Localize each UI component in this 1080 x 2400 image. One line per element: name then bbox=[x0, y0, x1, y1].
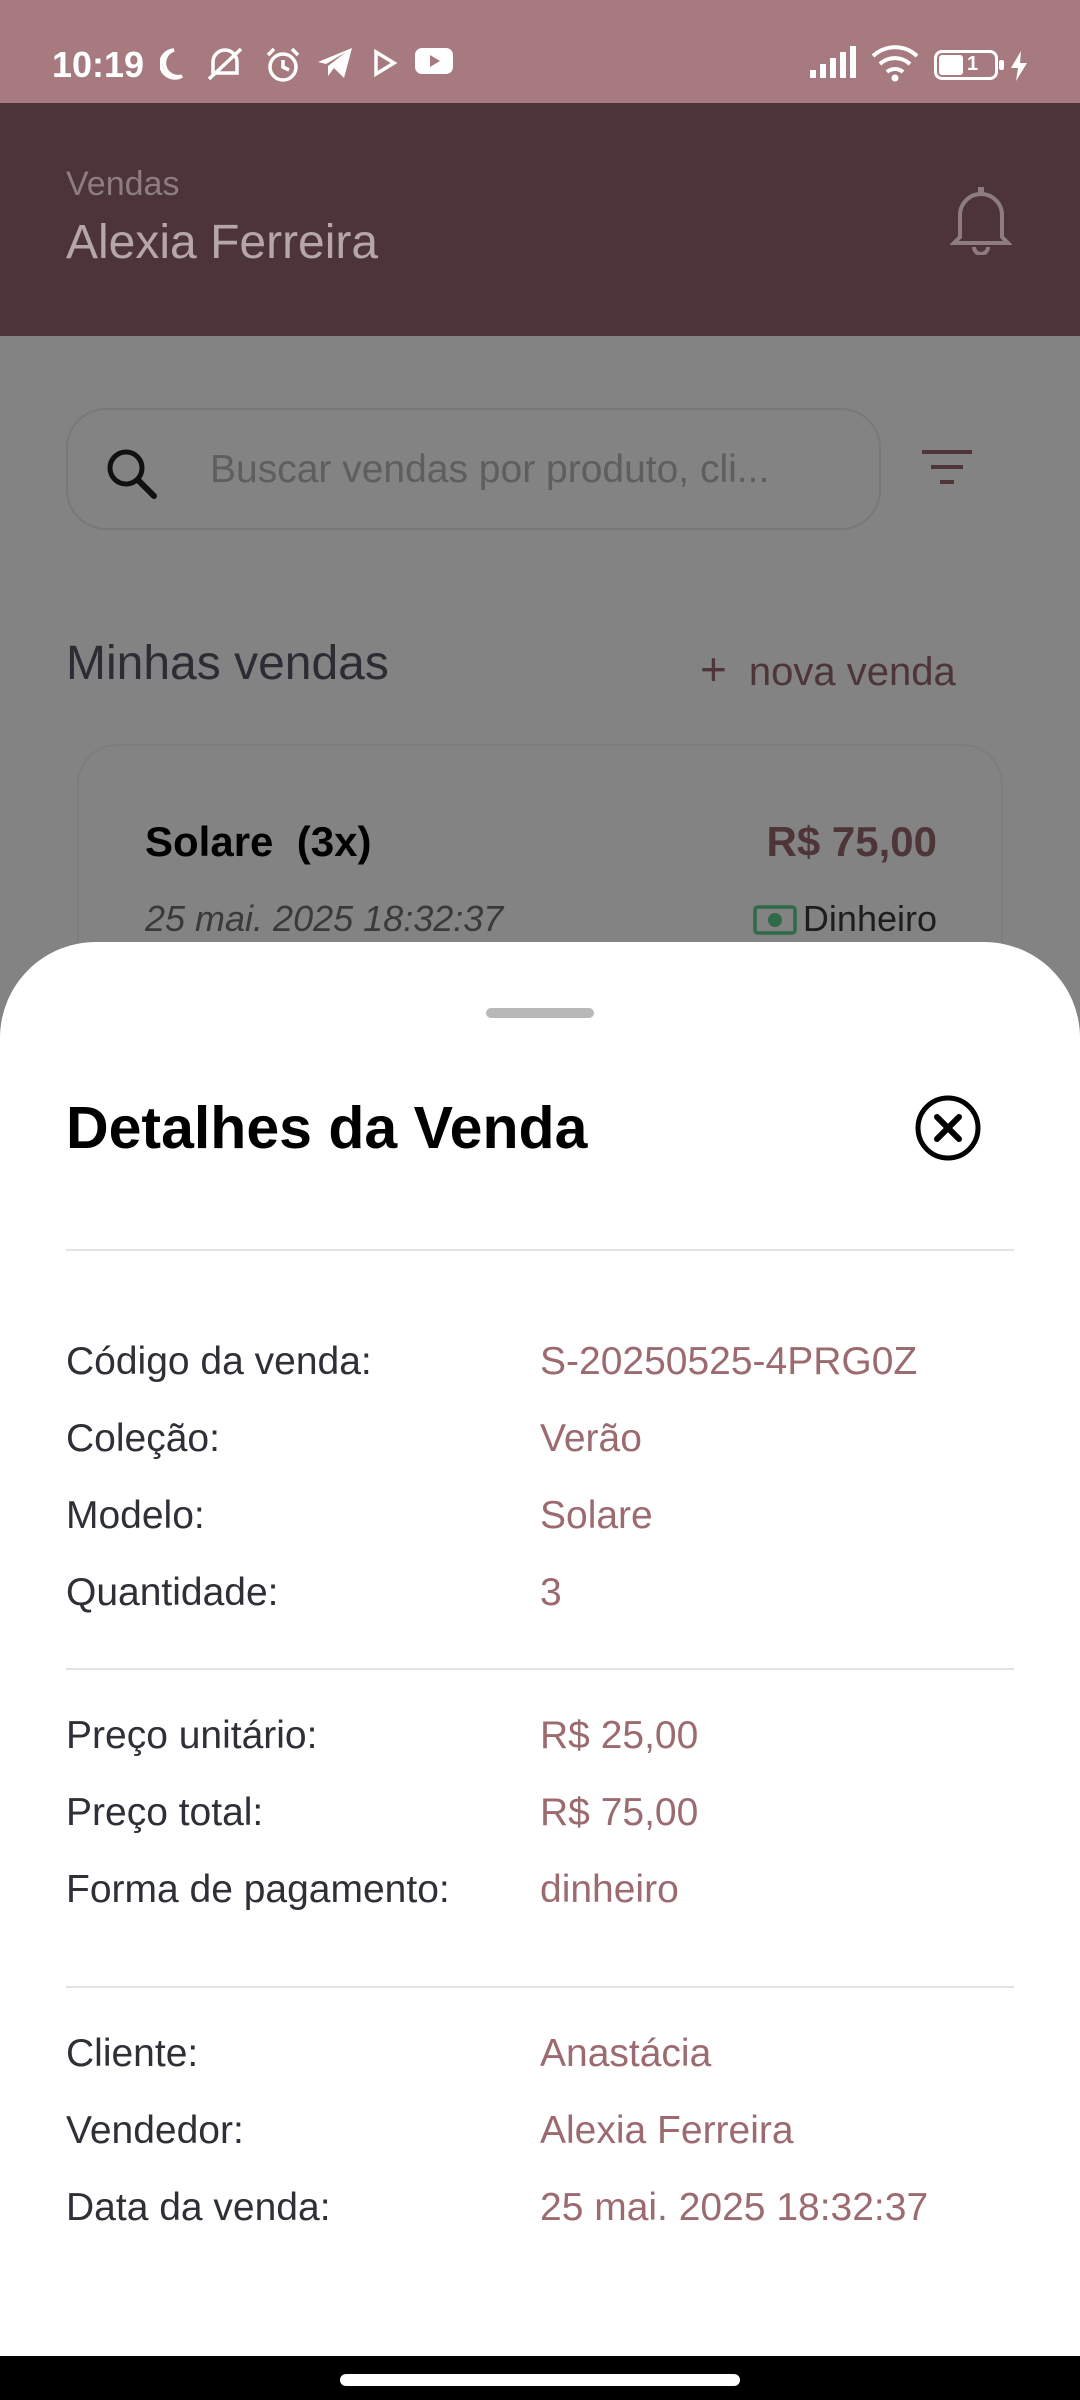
detail-label: Forma de pagamento: bbox=[66, 1868, 450, 1911]
plus-icon: + bbox=[700, 643, 727, 695]
filter-icon[interactable] bbox=[920, 448, 974, 488]
cash-icon bbox=[753, 905, 797, 935]
notifications-off-icon bbox=[207, 47, 243, 81]
sale-card-payment: Dinheiro bbox=[753, 898, 937, 940]
charging-icon bbox=[1011, 51, 1027, 81]
detail-label: Código da venda: bbox=[66, 1340, 372, 1383]
detail-label: Quantidade: bbox=[66, 1571, 279, 1614]
detail-value: dinheiro bbox=[540, 1868, 679, 1911]
divider bbox=[66, 1249, 1014, 1251]
detail-label: Vendedor: bbox=[66, 2109, 244, 2152]
home-gesture-pill[interactable] bbox=[340, 2374, 740, 2386]
sale-card-product: Solare (3x) bbox=[145, 818, 372, 865]
battery-icon: 1 bbox=[934, 50, 1004, 80]
detail-value: R$ 25,00 bbox=[540, 1714, 699, 1757]
play-icon bbox=[374, 48, 398, 78]
detail-value: 25 mai. 2025 18:32:37 bbox=[540, 2186, 929, 2229]
detail-value: Alexia Ferreira bbox=[540, 2109, 794, 2152]
detail-row-sale-date: Data da venda: 25 mai. 2025 18:32:37 bbox=[66, 2186, 1014, 2246]
status-time: 10:19 bbox=[52, 44, 145, 85]
detail-value: Solare bbox=[540, 1494, 653, 1537]
detail-value: S-20250525-4PRG0Z bbox=[540, 1340, 918, 1383]
status-bar: 10:19 1 bbox=[0, 0, 1080, 103]
detail-row-collection: Coleção: Verão bbox=[66, 1417, 1014, 1477]
sale-card-price: R$ 75,00 bbox=[766, 818, 937, 865]
moon-icon bbox=[160, 48, 183, 80]
detail-value: R$ 75,00 bbox=[540, 1791, 699, 1834]
detail-label: Coleção: bbox=[66, 1417, 220, 1460]
divider bbox=[66, 1986, 1014, 1988]
detail-label: Preço unitário: bbox=[66, 1714, 318, 1757]
battery-level: 1 bbox=[967, 53, 979, 75]
detail-row-seller: Vendedor: Alexia Ferreira bbox=[66, 2109, 1014, 2169]
app-bar-subtitle: Vendas bbox=[66, 165, 180, 203]
new-sale-label: nova venda bbox=[748, 650, 956, 694]
detail-row-payment-method: Forma de pagamento: dinheiro bbox=[66, 1868, 1014, 1928]
detail-label: Cliente: bbox=[66, 2032, 199, 2075]
detail-label: Modelo: bbox=[66, 1494, 205, 1537]
alarm-icon bbox=[266, 47, 300, 82]
detail-row-sale-code: Código da venda: S-20250525-4PRG0Z bbox=[66, 1340, 1014, 1400]
detail-value: Anastácia bbox=[540, 2032, 712, 2075]
app-bar: Vendas Alexia Ferreira bbox=[0, 103, 1080, 336]
drag-handle[interactable] bbox=[486, 1008, 594, 1018]
detail-label: Preço total: bbox=[66, 1791, 264, 1834]
sheet-title: Detalhes da Venda bbox=[66, 1095, 588, 1161]
detail-row-quantity: Quantidade: 3 bbox=[66, 1571, 1014, 1631]
close-icon[interactable] bbox=[914, 1094, 982, 1162]
new-sale-button[interactable]: + nova venda bbox=[700, 642, 956, 696]
youtube-icon bbox=[415, 48, 453, 74]
telegram-icon bbox=[318, 48, 352, 78]
wifi-icon bbox=[871, 45, 919, 82]
navigation-bar bbox=[0, 2356, 1080, 2400]
detail-value: Verão bbox=[540, 1417, 642, 1460]
sale-card-date: 25 mai. 2025 18:32:37 bbox=[145, 898, 504, 939]
detail-value: 3 bbox=[540, 1571, 562, 1614]
search-icon bbox=[107, 449, 157, 499]
divider bbox=[66, 1668, 1014, 1670]
detail-row-unit-price: Preço unitário: R$ 25,00 bbox=[66, 1714, 1014, 1774]
section-title: Minhas vendas bbox=[66, 637, 389, 690]
detail-row-total-price: Preço total: R$ 75,00 bbox=[66, 1791, 1014, 1851]
bell-icon[interactable] bbox=[950, 185, 1012, 255]
search-bar[interactable]: Buscar vendas por produto, cli... bbox=[66, 408, 881, 530]
detail-row-client: Cliente: Anastácia bbox=[66, 2032, 1014, 2092]
detail-row-model: Modelo: Solare bbox=[66, 1494, 1014, 1554]
sale-details-sheet: Detalhes da Venda Código da venda: S-202… bbox=[0, 942, 1080, 2356]
signal-icon bbox=[810, 46, 856, 78]
search-placeholder: Buscar vendas por produto, cli... bbox=[210, 448, 770, 491]
detail-label: Data da venda: bbox=[66, 2186, 331, 2229]
app-bar-title: Alexia Ferreira bbox=[66, 216, 379, 269]
